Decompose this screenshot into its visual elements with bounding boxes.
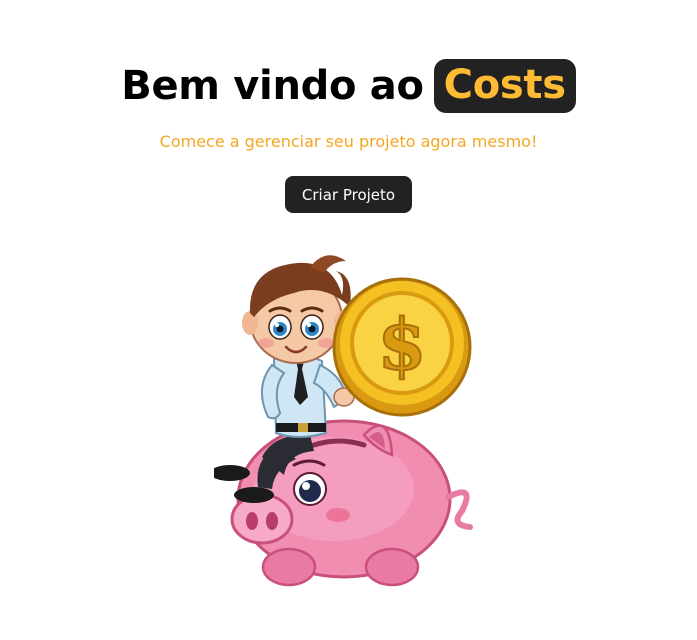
home-container: Bem vindo ao Costs Comece a gerenciar se… xyxy=(0,0,697,640)
dollar-coin-icon: $ xyxy=(332,277,471,417)
page-title: Bem vindo ao Costs xyxy=(121,58,576,114)
title-prefix: Bem vindo ao xyxy=(121,63,424,109)
savings-piggy-bank-icon: $ xyxy=(213,255,473,587)
svg-text:$: $ xyxy=(377,303,426,386)
brand-highlight: Costs xyxy=(433,59,576,113)
create-project-button[interactable]: Criar Projeto xyxy=(284,176,413,213)
subtitle: Comece a gerenciar seu projeto agora mes… xyxy=(159,132,538,151)
piggy-bank-icon xyxy=(230,419,473,587)
